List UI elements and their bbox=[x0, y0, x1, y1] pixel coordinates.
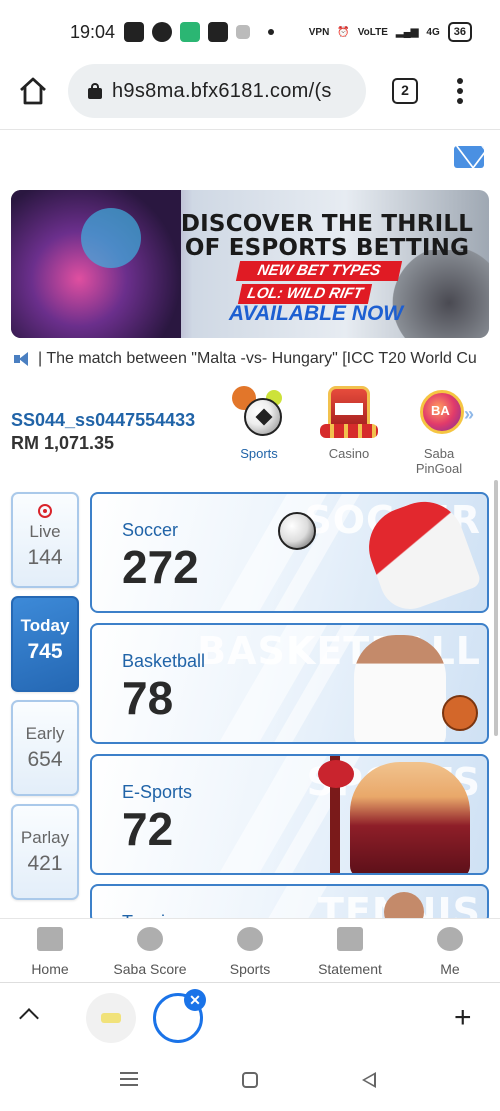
close-tab-icon[interactable]: ✕ bbox=[184, 989, 206, 1011]
bottom-navigation: Home Saba Score Sports Statement Me bbox=[0, 918, 500, 982]
score-icon bbox=[137, 927, 163, 951]
app-icon bbox=[152, 22, 172, 42]
esports-hero-image bbox=[350, 762, 470, 873]
sport-count: 72 bbox=[122, 803, 174, 855]
sport-card-esports[interactable]: SPORTS E-Sports 72 bbox=[90, 754, 489, 875]
nav-label: Sports bbox=[229, 961, 271, 977]
category-saba-pingoal[interactable]: » Saba PinGoal bbox=[404, 384, 474, 476]
account-balance: RM 1,071.35 bbox=[11, 433, 115, 453]
sport-name: E-Sports bbox=[122, 782, 193, 802]
sports-ball-icon bbox=[237, 927, 263, 951]
recent-apps-icon[interactable] bbox=[120, 1072, 138, 1086]
banner-tag-1: NEW BET TYPES bbox=[235, 261, 403, 281]
signal-icon: ▂▄▆ bbox=[395, 26, 419, 38]
vpn-icon: VPN bbox=[308, 26, 330, 38]
system-navigation-bar bbox=[0, 1050, 500, 1111]
nav-label: Home bbox=[31, 961, 69, 977]
staff-orb-image bbox=[318, 760, 354, 788]
chevron-right-icon: » bbox=[463, 404, 474, 424]
tab-thumbnail[interactable] bbox=[86, 993, 136, 1043]
address-bar[interactable]: h9s8ma.bfx6181.com/(s bbox=[68, 64, 366, 118]
nav-saba-score[interactable]: Saba Score bbox=[100, 919, 200, 982]
tab-label: Early bbox=[25, 724, 65, 743]
overflow-menu-icon[interactable] bbox=[452, 76, 468, 106]
sports-balls-icon bbox=[230, 384, 288, 440]
more-notifications-icon bbox=[268, 29, 274, 35]
sport-card-basketball[interactable]: BASKETBALL Basketball 78 bbox=[90, 623, 489, 744]
scrollbar[interactable] bbox=[494, 480, 498, 736]
banner-tag-2: LOL: WILD RIFT bbox=[237, 284, 373, 304]
nav-home[interactable]: Home bbox=[0, 919, 100, 982]
banner-title: DISCOVER THE THRILL OF ESPORTS BETTING bbox=[180, 211, 474, 261]
new-tab-icon[interactable]: + bbox=[454, 1003, 472, 1033]
system-home-icon[interactable] bbox=[242, 1072, 258, 1088]
home-icon bbox=[37, 927, 63, 951]
tab-count: 144 bbox=[27, 546, 63, 569]
back-icon[interactable] bbox=[362, 1072, 376, 1088]
nav-statement[interactable]: Statement bbox=[300, 919, 400, 982]
volte-icon: VoLTE bbox=[357, 26, 388, 38]
tab-count: 654 bbox=[27, 748, 63, 771]
basketball-player-image bbox=[354, 635, 446, 742]
nav-label: Statement bbox=[318, 961, 382, 977]
tab-label: Live bbox=[29, 522, 61, 541]
url-text[interactable]: h9s8ma.bfx6181.com/(s bbox=[112, 80, 352, 103]
soccer-ball-icon bbox=[278, 512, 316, 550]
speaker-icon bbox=[14, 352, 32, 366]
nav-label: Me bbox=[440, 961, 460, 977]
tab-today[interactable]: Today 745 bbox=[11, 596, 79, 692]
sport-count: 78 bbox=[122, 672, 174, 724]
category-label: Casino bbox=[328, 446, 370, 461]
nav-me[interactable]: Me bbox=[400, 919, 500, 982]
banner-cta: AVAILABLE NOW bbox=[228, 302, 404, 325]
category-casino[interactable]: Casino bbox=[314, 384, 384, 461]
tab-count: 745 bbox=[27, 640, 63, 663]
user-icon bbox=[437, 927, 463, 951]
category-label: Saba PinGoal bbox=[415, 446, 463, 476]
banner-hero-art bbox=[11, 190, 181, 338]
nav-label: Saba Score bbox=[113, 961, 187, 977]
tab-count: 421 bbox=[27, 852, 63, 875]
home-icon[interactable] bbox=[18, 76, 48, 106]
tab-label: Parlay bbox=[20, 828, 70, 847]
telegram-icon bbox=[124, 22, 144, 42]
slot-machine-icon bbox=[320, 384, 378, 440]
basketball-icon bbox=[442, 695, 478, 731]
tab-early[interactable]: Early 654 bbox=[11, 700, 79, 796]
live-indicator-icon bbox=[38, 504, 52, 518]
category-sports[interactable]: Sports bbox=[224, 384, 294, 461]
sport-name: Soccer bbox=[122, 520, 179, 540]
sport-card-soccer[interactable]: SOCCER Soccer 272 bbox=[90, 492, 489, 613]
tab-switcher-button[interactable]: 2 bbox=[392, 78, 418, 104]
nav-sports[interactable]: Sports bbox=[200, 919, 300, 982]
mail-icon[interactable] bbox=[454, 146, 484, 168]
announcement-text: | The match between "Malta -vs- Hungary"… bbox=[38, 350, 477, 367]
calculator-icon bbox=[180, 22, 200, 42]
browser-tab-strip: ✕ + bbox=[0, 982, 500, 1050]
notification-icons bbox=[124, 22, 274, 42]
status-bar: 19:04 VPN ⏰ VoLTE ▂▄▆ 4G 36 bbox=[0, 0, 500, 62]
announcement-marquee[interactable]: | The match between "Malta -vs- Hungary"… bbox=[14, 348, 490, 370]
sport-count: 272 bbox=[122, 541, 199, 593]
tab-parlay[interactable]: Parlay 421 bbox=[11, 804, 79, 900]
lock-icon bbox=[88, 83, 102, 99]
chevron-up-icon[interactable] bbox=[19, 1008, 39, 1028]
alarm-icon: ⏰ bbox=[337, 26, 350, 38]
network-type: 4G bbox=[426, 26, 440, 38]
statement-icon bbox=[337, 927, 363, 951]
account-username: SS044_ss0447554433 bbox=[11, 410, 196, 430]
category-label: Sports bbox=[240, 446, 278, 461]
status-time: 19:04 bbox=[70, 22, 116, 42]
sport-name: Basketball bbox=[122, 651, 206, 671]
tab-label: Today bbox=[20, 616, 70, 635]
game-icon bbox=[236, 25, 250, 39]
shopping-bag-icon bbox=[208, 22, 228, 42]
tab-live[interactable]: Live 144 bbox=[11, 492, 79, 588]
system-icons: VPN ⏰ VoLTE ▂▄▆ 4G 36 bbox=[309, 22, 472, 42]
pingoal-icon: » bbox=[410, 384, 474, 440]
battery-icon: 36 bbox=[447, 22, 472, 42]
browser-toolbar: h9s8ma.bfx6181.com/(s 2 bbox=[0, 62, 500, 130]
